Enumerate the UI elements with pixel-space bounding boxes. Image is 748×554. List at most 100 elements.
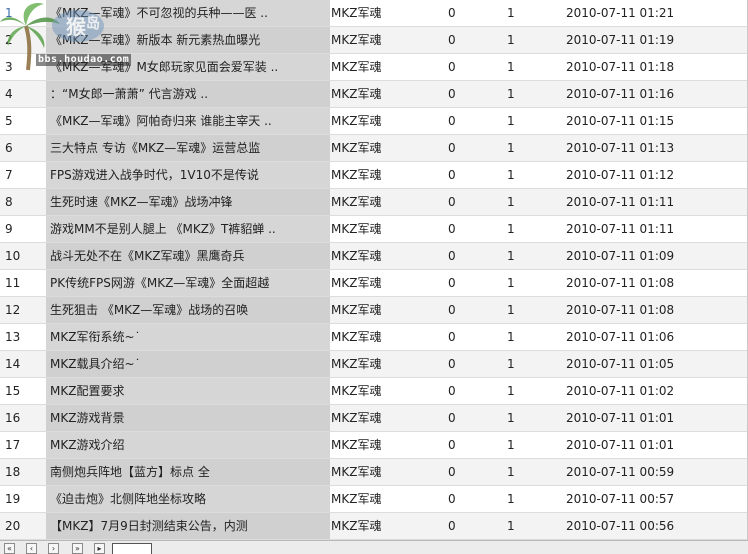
thread-row[interactable]: 10 战斗无处不在《MKZ军魂》黑鹰奇兵 MKZ军魂 0 1 2010-07-11 01:… — [0, 243, 747, 270]
thread-title-link[interactable]: MKZ军衔系统~˙ — [46, 324, 330, 350]
thread-title-link[interactable]: MKZ配置要求 — [46, 378, 330, 404]
post-date: 2010-07-11 01:09 — [566, 249, 675, 263]
thread-author[interactable]: MKZ军魂 — [331, 378, 421, 404]
thread-row[interactable]: 13 MKZ军衔系统~˙ MKZ军魂 0 1 2010-07-11 01:06 — [0, 324, 747, 351]
thread-author[interactable]: MKZ军魂 — [331, 243, 421, 269]
post-date: 2010-07-11 01:16 — [566, 87, 675, 101]
post-date: 2010-07-11 01:06 — [566, 330, 675, 344]
first-page-button[interactable]: « — [4, 543, 15, 554]
post-date: 2010-07-11 00:59 — [566, 465, 675, 479]
reply-count: 0 — [448, 6, 456, 20]
thread-row[interactable]: 12 生死狙击 《MKZ—军魂》战场的召唤 MKZ军魂 0 1 2010-07-11 01… — [0, 297, 747, 324]
thread-author[interactable]: MKZ军魂 — [331, 432, 421, 458]
go-icon: ▸ — [97, 544, 102, 553]
reply-count: 0 — [448, 465, 456, 479]
thread-row[interactable]: 20 【MKZ】7月9日封测结束公告，内测 MKZ军魂 0 1 2010-07-11 00… — [0, 513, 747, 540]
reply-count: 0 — [448, 60, 456, 74]
thread-number: 19 — [5, 492, 21, 506]
thread-author[interactable]: MKZ军魂 — [331, 0, 421, 26]
post-date: 2010-07-11 01:05 — [566, 357, 675, 371]
thread-author[interactable]: MKZ军魂 — [331, 270, 421, 296]
thread-title-link[interactable]: 生死时速《MKZ—军魂》战场冲锋 — [46, 189, 330, 215]
thread-author[interactable]: MKZ军魂 — [331, 81, 421, 107]
thread-row[interactable]: 8 生死时速《MKZ—军魂》战场冲锋 MKZ军魂 0 1 2010-07-11 01:11 — [0, 189, 747, 216]
thread-author[interactable]: MKZ军魂 — [331, 351, 421, 377]
thread-author[interactable]: MKZ军魂 — [331, 297, 421, 323]
thread-row[interactable]: 15 MKZ配置要求 MKZ军魂 0 1 2010-07-11 01:02 — [0, 378, 747, 405]
thread-title-link[interactable]: MKZ游戏介绍 — [46, 432, 330, 458]
thread-row[interactable]: 5 《MKZ—军魂》阿帕奇归来 谁能主宰天 .. MKZ军魂 0 1 2010-07-11… — [0, 108, 747, 135]
thread-row[interactable]: 3 《MKZ—军魂》M女郎玩家见面会爱军装 .. MKZ军魂 0 1 2010-07-11… — [0, 54, 747, 81]
thread-row[interactable]: 17 MKZ游戏介绍 MKZ军魂 0 1 2010-07-11 01:01 — [0, 432, 747, 459]
thread-row[interactable]: 11 PK传统FPS网游《MKZ—军魂》全面超越 MKZ军魂 0 1 2010-07-11… — [0, 270, 747, 297]
thread-row[interactable]: 1 《MKZ—军魂》不可忽视的兵种——医 .. MKZ军魂 0 1 2010-07-11 … — [0, 0, 747, 27]
thread-number: 4 — [5, 87, 13, 101]
thread-row[interactable]: 19 《迫击炮》北侧阵地坐标攻略 MKZ军魂 0 1 2010-07-11 00:57 — [0, 486, 747, 513]
thread-title-link[interactable]: 《迫击炮》北侧阵地坐标攻略 — [46, 486, 330, 512]
post-date: 2010-07-11 01:08 — [566, 276, 675, 290]
view-count: 1 — [507, 60, 515, 74]
post-date: 2010-07-11 01:15 — [566, 114, 675, 128]
thread-number: 5 — [5, 114, 13, 128]
thread-author[interactable]: MKZ军魂 — [331, 513, 421, 539]
reply-count: 0 — [448, 303, 456, 317]
thread-row[interactable]: 9 游戏MM不是别人腿上 《MKZ》T裤貂蝉 .. MKZ军魂 0 1 2010-07-1… — [0, 216, 747, 243]
go-page-button[interactable]: ▸ — [94, 543, 105, 554]
thread-author[interactable]: MKZ军魂 — [331, 459, 421, 485]
thread-row[interactable]: 6 三大特点 专访《MKZ—军魂》运营总监 MKZ军魂 0 1 2010-07-11 01… — [0, 135, 747, 162]
thread-title-link[interactable]: 《MKZ—军魂》阿帕奇归来 谁能主宰天 .. — [46, 108, 330, 134]
thread-number: 9 — [5, 222, 13, 236]
thread-author[interactable]: MKZ军魂 — [331, 54, 421, 80]
thread-row[interactable]: 4 ：“M女郎一萧萧” 代言游戏 .. MKZ军魂 0 1 2010-07-11 01:1… — [0, 81, 747, 108]
thread-title-link[interactable]: 《MKZ—军魂》新版本 新元素热血曝光 — [46, 27, 330, 53]
reply-count: 0 — [448, 438, 456, 452]
post-date: 2010-07-11 01:08 — [566, 303, 675, 317]
thread-title-link[interactable]: 南侧炮兵阵地【蓝方】标点 全 — [46, 459, 330, 485]
post-date: 2010-07-11 01:01 — [566, 438, 675, 452]
view-count: 1 — [507, 222, 515, 236]
thread-title-link[interactable]: ：“M女郎一萧萧” 代言游戏 .. — [46, 81, 330, 107]
page-number-input[interactable] — [112, 543, 152, 554]
thread-number: 20 — [5, 519, 21, 533]
thread-row[interactable]: 18 南侧炮兵阵地【蓝方】标点 全 MKZ军魂 0 1 2010-07-11 00:59 — [0, 459, 747, 486]
thread-author[interactable]: MKZ军魂 — [331, 135, 421, 161]
previous-page-button[interactable]: ‹ — [26, 543, 37, 554]
thread-row[interactable]: 7 FPS游戏进入战争时代，1V10不是传说 MKZ军魂 0 1 2010-07-11 0… — [0, 162, 747, 189]
thread-title-link[interactable]: 战斗无处不在《MKZ军魂》黑鹰奇兵 — [46, 243, 330, 269]
thread-title-link[interactable]: 生死狙击 《MKZ—军魂》战场的召唤 — [46, 297, 330, 323]
reply-count: 0 — [448, 276, 456, 290]
thread-title-link[interactable]: 游戏MM不是别人腿上 《MKZ》T裤貂蝉 .. — [46, 216, 330, 242]
view-count: 1 — [507, 303, 515, 317]
thread-author[interactable]: MKZ军魂 — [331, 324, 421, 350]
thread-author[interactable]: MKZ军魂 — [331, 216, 421, 242]
thread-author[interactable]: MKZ军魂 — [331, 27, 421, 53]
thread-title-link[interactable]: 三大特点 专访《MKZ—军魂》运营总监 — [46, 135, 330, 161]
reply-count: 0 — [448, 114, 456, 128]
thread-author[interactable]: MKZ军魂 — [331, 405, 421, 431]
thread-title-link[interactable]: PK传统FPS网游《MKZ—军魂》全面超越 — [46, 270, 330, 296]
thread-title-link[interactable]: 【MKZ】7月9日封测结束公告，内测 — [46, 513, 330, 539]
reply-count: 0 — [448, 249, 456, 263]
view-count: 1 — [507, 492, 515, 506]
reply-count: 0 — [448, 168, 456, 182]
thread-row[interactable]: 14 MKZ载具介绍~˙ MKZ军魂 0 1 2010-07-11 01:05 — [0, 351, 747, 378]
reply-count: 0 — [448, 195, 456, 209]
post-date: 2010-07-11 01:21 — [566, 6, 675, 20]
thread-row[interactable]: 2 《MKZ—军魂》新版本 新元素热血曝光 MKZ军魂 0 1 2010-07-11 01… — [0, 27, 747, 54]
thread-title-link[interactable]: 《MKZ—军魂》不可忽视的兵种——医 .. — [46, 0, 330, 26]
reply-count: 0 — [448, 519, 456, 533]
reply-count: 0 — [448, 33, 456, 47]
thread-title-link[interactable]: 《MKZ—军魂》M女郎玩家见面会爱军装 .. — [46, 54, 330, 80]
thread-author[interactable]: MKZ军魂 — [331, 162, 421, 188]
thread-title-link[interactable]: MKZ载具介绍~˙ — [46, 351, 330, 377]
thread-author[interactable]: MKZ军魂 — [331, 486, 421, 512]
thread-author[interactable]: MKZ军魂 — [331, 189, 421, 215]
thread-row[interactable]: 16 MKZ游戏背景 MKZ军魂 0 1 2010-07-11 01:01 — [0, 405, 747, 432]
next-page-button[interactable]: › — [48, 543, 59, 554]
thread-number: 12 — [5, 303, 21, 317]
thread-title-link[interactable]: FPS游戏进入战争时代，1V10不是传说 — [46, 162, 330, 188]
thread-title-link[interactable]: MKZ游戏背景 — [46, 405, 330, 431]
thread-author[interactable]: MKZ军魂 — [331, 108, 421, 134]
thread-number: 14 — [5, 357, 21, 371]
last-page-button[interactable]: » — [72, 543, 83, 554]
